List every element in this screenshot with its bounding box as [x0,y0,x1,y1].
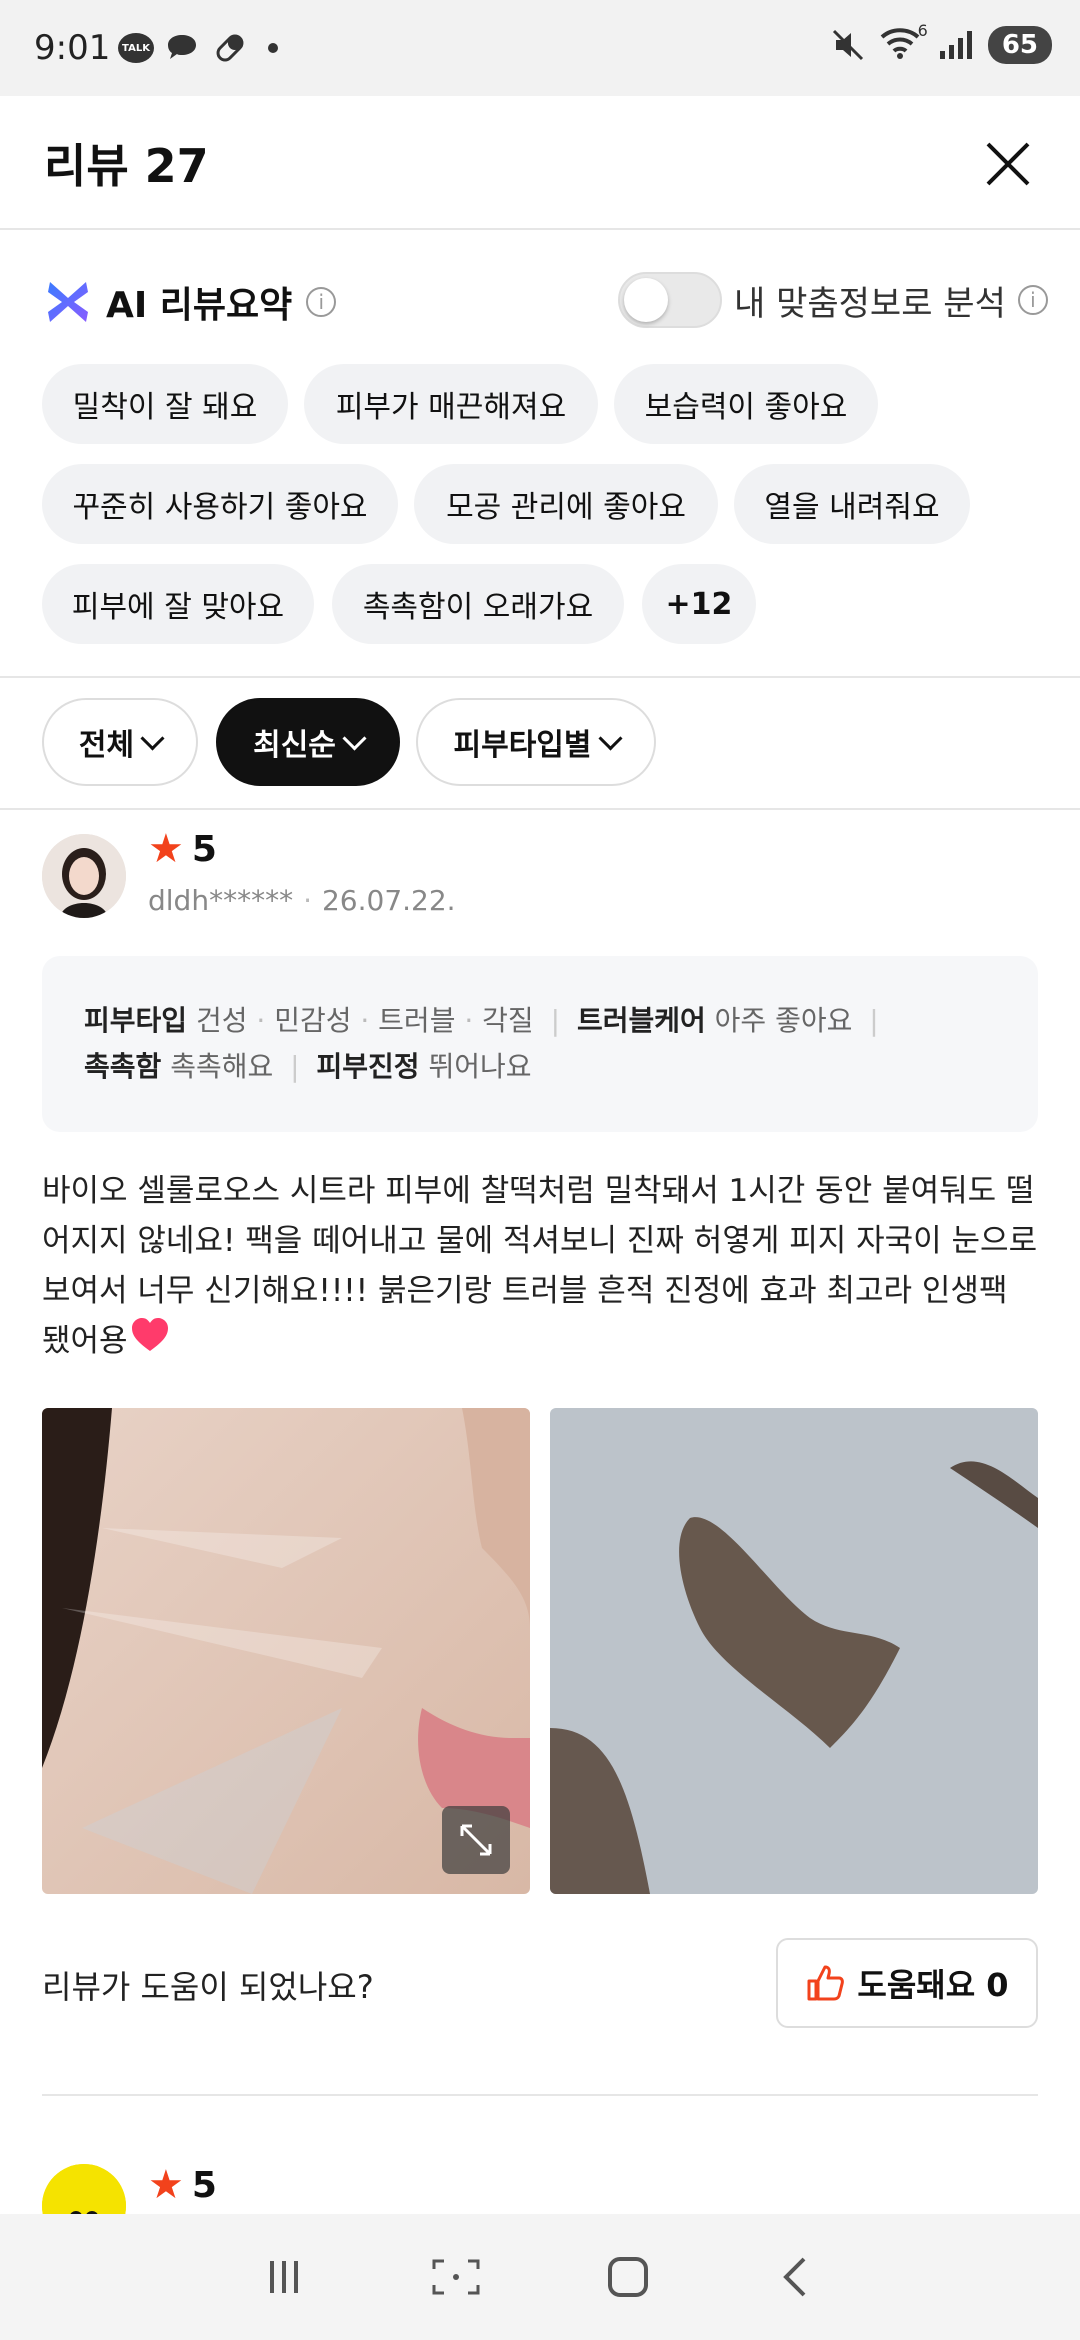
wifi-badge: 6 [917,21,928,40]
divider [0,808,1080,810]
skin-type-label: 피부타입 [84,1004,188,1037]
close-icon[interactable] [980,136,1036,192]
trouble-care-value: 아주 좋아요 [714,1004,853,1037]
summary-chip[interactable]: 피부가 매끈해져요 [304,364,598,444]
info-icon[interactable]: i [1017,285,1048,315]
personalized-toggle[interactable] [618,272,722,328]
chevron-down-icon [597,725,623,751]
system-nav-bar [0,2214,1080,2340]
sort-latest[interactable]: 최신순 [216,698,400,786]
review-photo[interactable] [42,1408,530,1894]
review-meta: dldh****** · 26.07.22. [148,884,456,917]
skin-type-value: 민감성 [274,1004,352,1037]
summary-chip[interactable]: 모공 관리에 좋아요 [414,464,718,544]
status-time: 9:01 [34,28,111,68]
signal-icon [939,31,972,59]
system-icons: 6 65 [830,21,1052,64]
summary-chip[interactable]: 밀착이 잘 돼요 [42,364,288,444]
ai-logo-icon [48,282,88,322]
screenshot-scan-icon[interactable] [430,2255,482,2299]
summary-chip[interactable]: 열을 내려줘요 [734,464,970,544]
filter-all[interactable]: 전체 [42,698,198,786]
summary-chip[interactable]: 촉촉함이 오래가요 [332,564,624,644]
rating: ★ 5 [148,2162,217,2208]
summary-chip[interactable]: 보습력이 좋아요 [614,364,878,444]
rating-value: 5 [191,828,217,870]
thumbs-up-icon [807,1965,845,2001]
summary-chip[interactable]: 꾸준히 사용하기 좋아요 [42,464,398,544]
skin-type-value: 건성 [195,1004,248,1037]
expand-icon[interactable] [442,1806,510,1874]
dot-icon [268,43,278,53]
filter-label: 전체 [78,728,135,763]
star-icon: ★ [148,2162,184,2208]
battery-indicator: 65 [987,26,1052,64]
review-text: 바이오 셀룰로오스 시트라 피부에 찰떡처럼 밀착돼서 1시간 동안 붙여둬도 … [42,1166,1042,1368]
soothing-value: 뛰어나요 [428,1050,532,1083]
rating: ★ 5 [148,826,217,872]
filter-label: 피부타입별 [453,728,592,763]
chat-bubble-icon [168,35,196,59]
helpful-question: 리뷰가 도움이 되었나요? [42,1968,374,2006]
reviewer-id: dldh****** [148,884,294,917]
summary-chip[interactable]: 피부에 잘 맞아요 [42,564,314,644]
trouble-care-label: 트러블케어 [576,1004,706,1037]
review-body: 바이오 셀룰로오스 시트라 피부에 찰떡처럼 밀착돼서 1시간 동안 붙여둬도 … [42,1173,1038,1359]
skin-info-box: 피부타입 건성 · 민감성 · 트러블 · 각질 | 트러블케어 아주 좋아요 … [42,956,1038,1132]
pill-icon [216,34,244,62]
star-icon: ★ [148,826,184,872]
chevron-down-icon [342,725,367,751]
page-title: 리뷰 27 [44,139,209,193]
back-icon[interactable] [774,2255,818,2299]
mute-icon [832,29,863,61]
personalized-analysis: 내 맞춤정보로 분석 i [618,272,1048,328]
recent-apps-icon[interactable] [262,2255,306,2299]
kakaotalk-icon: TALK [118,33,154,63]
ai-summary-header: AI 리뷰요약 i [44,276,337,328]
more-chips-button[interactable]: +12 [642,564,756,644]
chevron-down-icon [140,725,165,751]
divider [42,2094,1038,2096]
toggle-label: 내 맞춤정보로 분석 [734,283,1006,324]
ai-summary-title: AI 리뷰요약 [106,285,293,326]
skin-type-value: 각질 [482,1004,534,1037]
filter-skin-type[interactable]: 피부타입별 [416,698,656,786]
avatar[interactable] [42,834,126,918]
moisture-value: 촉촉해요 [170,1050,274,1083]
notification-icons: TALK [118,30,278,66]
helpful-button[interactable]: 도움돼요 0 [776,1938,1038,2028]
review-date: 26.07.22. [321,884,456,917]
wifi-icon: 6 [880,21,928,63]
soothing-label: 피부진정 [316,1050,420,1083]
skin-type-value: 트러블 [378,1004,456,1037]
helpful-label: 도움돼요 0 [857,1966,1009,2004]
moisture-label: 촉촉함 [84,1050,162,1083]
review-photo[interactable] [550,1408,1038,1894]
home-icon[interactable] [606,2255,650,2299]
divider [0,676,1080,678]
rating-value: 5 [191,2164,217,2206]
heart-icon [130,1317,170,1368]
filter-label: 최신순 [253,728,336,763]
info-icon[interactable]: i [306,287,337,317]
